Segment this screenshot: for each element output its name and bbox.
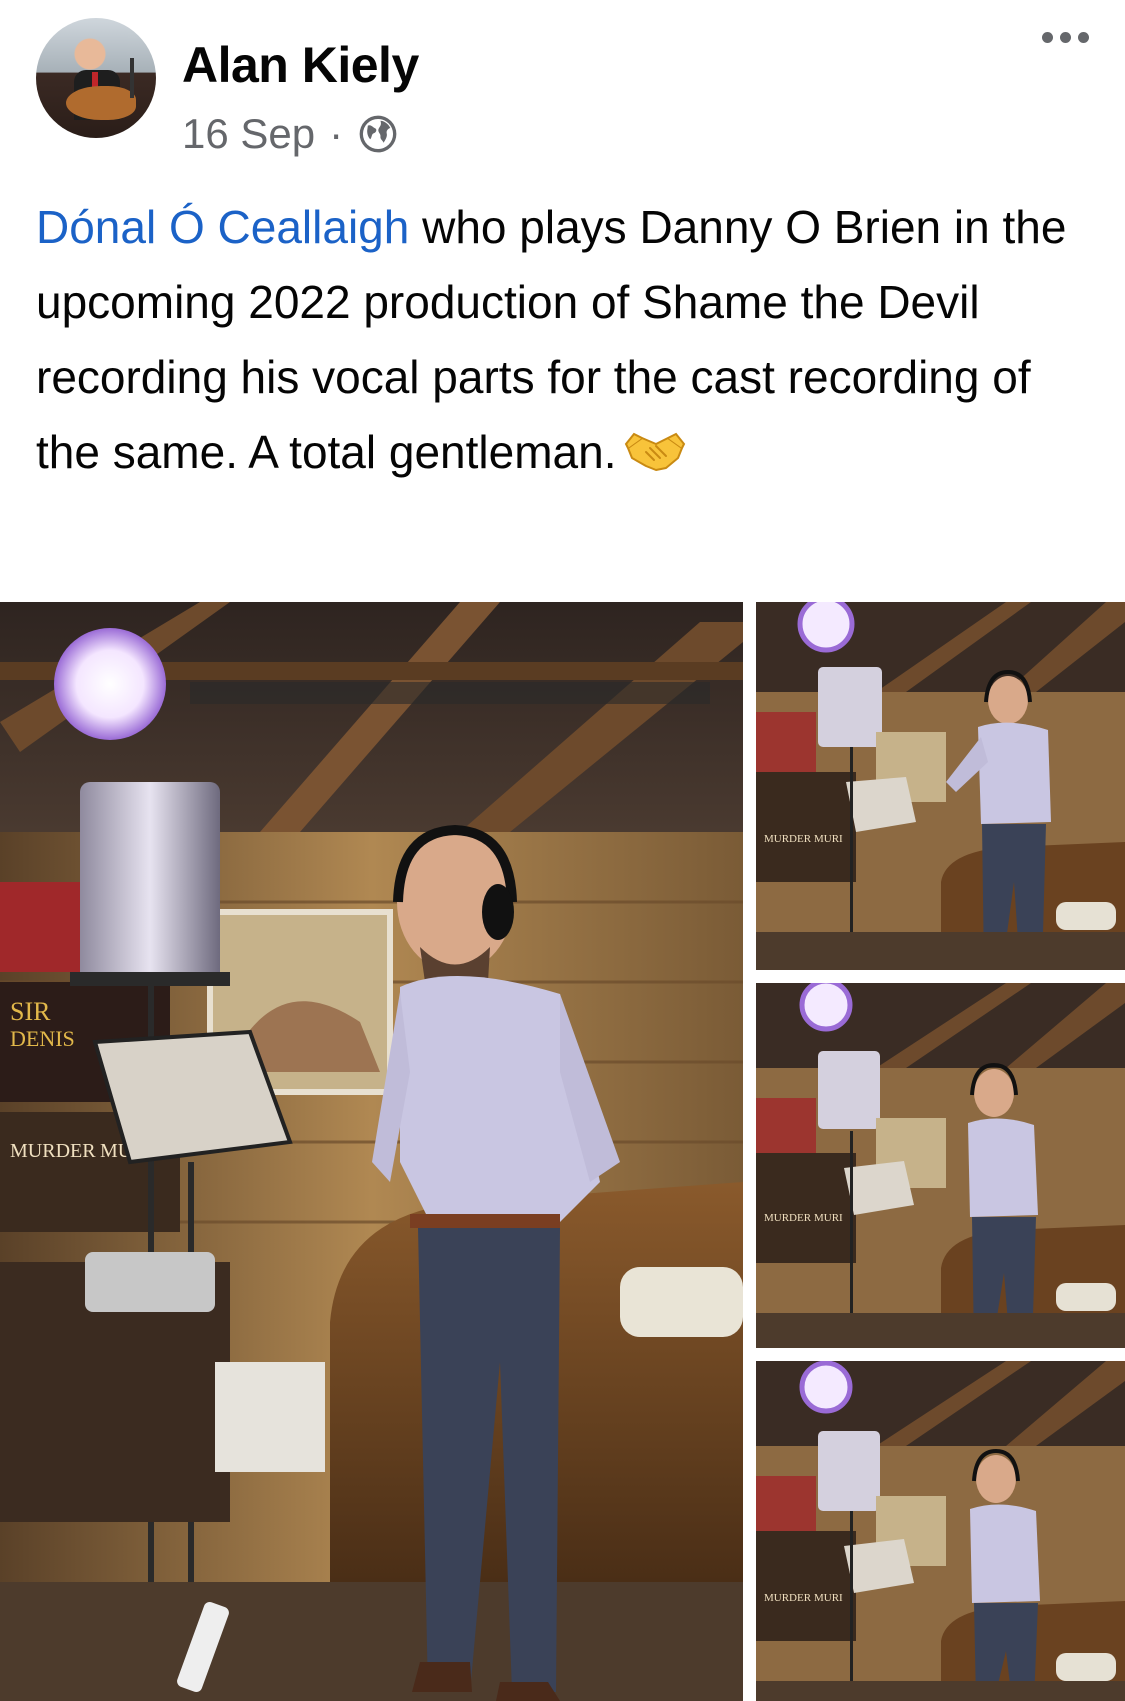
author-name[interactable]: Alan Kiely	[182, 36, 419, 94]
sign-text: MURI	[814, 1592, 843, 1604]
sign-text: MURDER	[10, 1140, 96, 1162]
sign-text: MURI	[814, 1212, 843, 1224]
sign-text: MURI	[814, 833, 843, 845]
post-header: Alan Kiely 16 Sep ·	[0, 0, 1125, 170]
post-date[interactable]: 16 Sep	[182, 110, 315, 158]
photo-main[interactable]: SIR DENIS MURDER MURI	[0, 602, 743, 1701]
mention-link[interactable]: Dónal Ó Ceallaigh	[36, 201, 409, 253]
sign-text: SIR	[10, 997, 51, 1026]
more-options-icon[interactable]	[1042, 32, 1089, 43]
photo-grid: SIR DENIS MURDER MURI	[0, 602, 1125, 1701]
sign-text: MURDER	[764, 1592, 812, 1604]
handshake-emoji-icon	[625, 432, 686, 471]
sign-text: MURDER	[764, 833, 812, 845]
sign-text: DENIS	[10, 1026, 75, 1051]
meta-separator: ·	[329, 110, 344, 157]
post-meta: 16 Sep ·	[182, 110, 399, 158]
photo-thumbnail-2[interactable]: MURDER MURI	[756, 983, 1125, 1348]
globe-icon[interactable]	[357, 113, 399, 155]
sign-text: MURDER	[764, 1212, 812, 1224]
photo-thumbnail-3[interactable]: MURDER MURI	[756, 1361, 1125, 1701]
photo-thumbnail-1[interactable]: MURDER MURI	[756, 602, 1125, 970]
author-avatar[interactable]	[36, 18, 156, 138]
post-text: Dónal Ó Ceallaigh who plays Danny O Brie…	[36, 190, 1096, 490]
